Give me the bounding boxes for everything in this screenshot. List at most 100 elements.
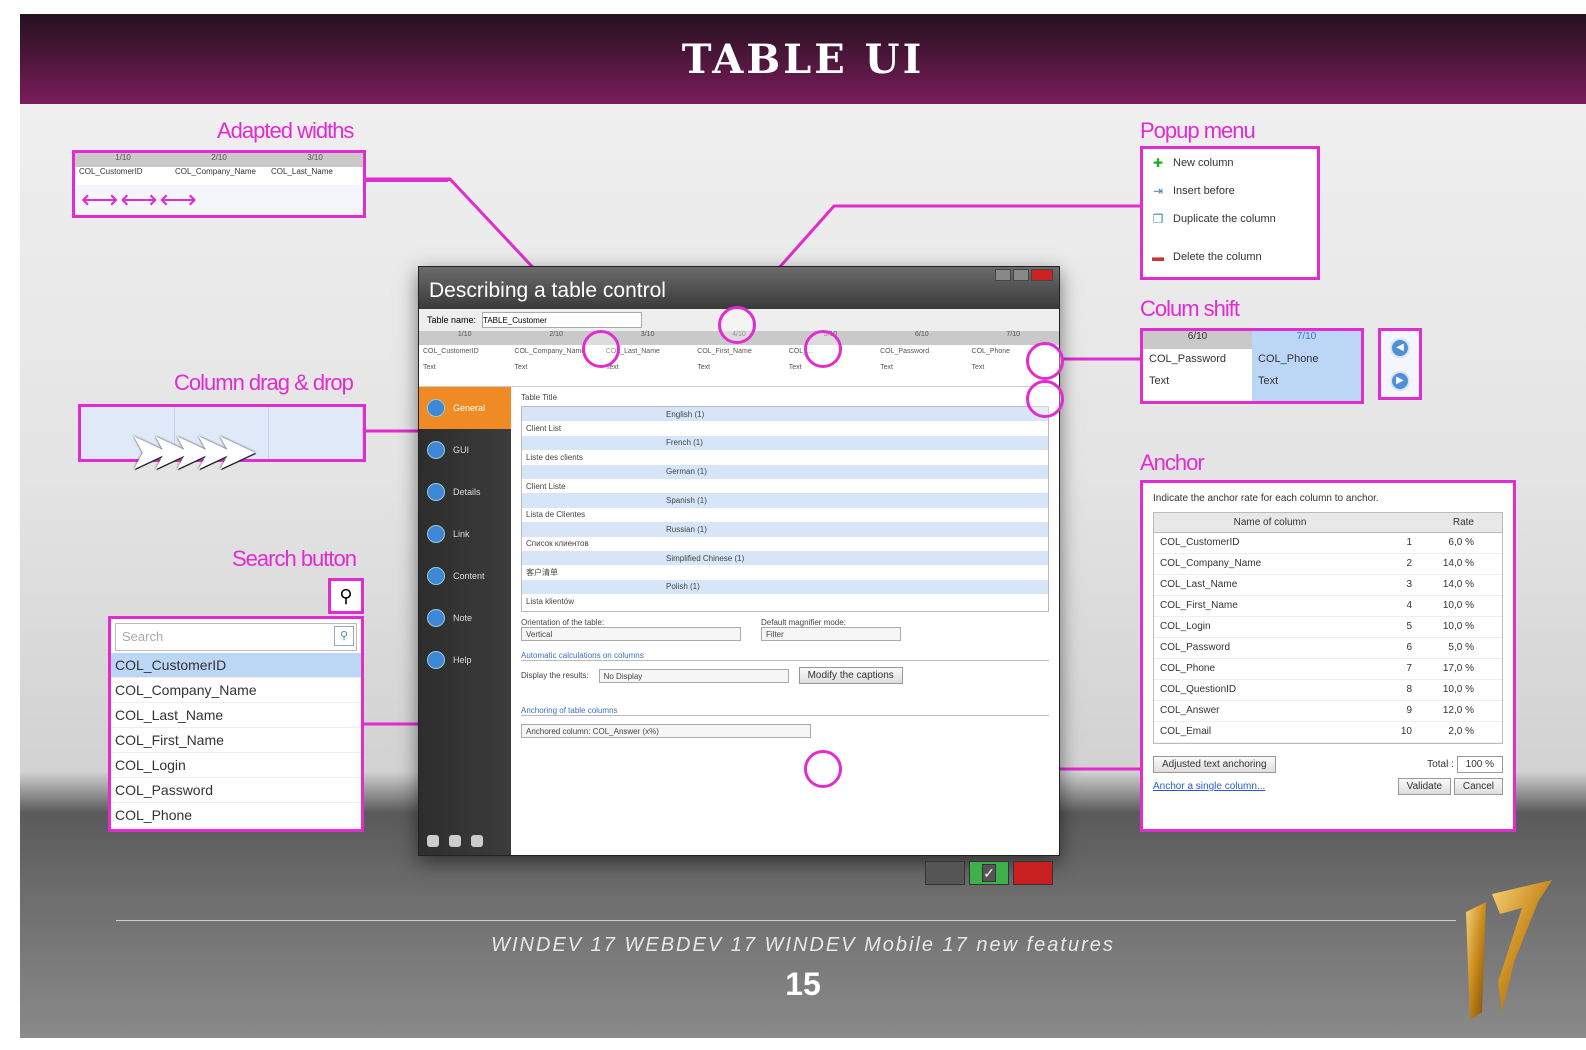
cancel-window-button[interactable] — [1013, 861, 1053, 885]
orientation-dropdown[interactable]: Vertical — [521, 627, 741, 641]
ok-button[interactable]: ✓ — [969, 861, 1009, 885]
sidebar-item[interactable]: General — [419, 387, 511, 429]
table-row[interactable]: Lista de Clientes — [522, 508, 1048, 522]
table-row[interactable]: Client List — [522, 421, 1048, 435]
table-row[interactable]: COL_Last_Name 3 14,0 % — [1154, 575, 1502, 596]
rate-cell[interactable]: 14,0 % — [1416, 554, 1480, 574]
header-rate[interactable]: Rate — [1416, 513, 1480, 532]
table-row[interactable]: COL_Email 10 2,0 % — [1154, 722, 1502, 743]
rate-cell[interactable]: 5,0 % — [1416, 638, 1480, 658]
table-row[interactable]: COL_Password 6 5,0 % — [1154, 638, 1502, 659]
rate-cell[interactable]: 10,0 % — [1416, 680, 1480, 700]
menu-item-insert-before[interactable]: ⇥ Insert before — [1143, 177, 1317, 205]
maximize-button[interactable] — [1013, 269, 1029, 281]
shift-right-button[interactable]: ▶ — [1390, 370, 1410, 391]
column-name[interactable]: COL_Password — [876, 345, 967, 361]
menu-item-duplicate[interactable]: ❐ Duplicate the column — [1143, 205, 1317, 233]
list-item[interactable]: COL_Last_Name — [111, 703, 361, 728]
header-name[interactable]: Name of column — [1154, 513, 1386, 532]
list-item[interactable]: COL_Company_Name — [111, 678, 361, 703]
table-row[interactable]: 客户清单 — [522, 565, 1048, 579]
window-sidebar: General GUI Details Link Content Note Help — [419, 387, 511, 855]
sidebar-item[interactable]: Details — [419, 471, 511, 513]
table-row[interactable]: COL_Company_Name 2 14,0 % — [1154, 554, 1502, 575]
modify-captions-button[interactable]: Modify the captions — [798, 667, 903, 684]
table-row[interactable]: German (1) — [522, 464, 1048, 479]
table-row[interactable]: English (1) — [522, 407, 1048, 422]
sidebar-item[interactable]: Note — [419, 597, 511, 639]
table-row[interactable]: COL_QuestionID 8 10,0 % — [1154, 680, 1502, 701]
adjusted-anchoring-button[interactable]: Adjusted text anchoring — [1153, 756, 1276, 773]
table-row[interactable]: Lista klientów — [522, 594, 1048, 608]
folder-icon[interactable] — [471, 835, 483, 847]
sidebar-item[interactable]: GUI — [419, 429, 511, 471]
help-button[interactable] — [925, 861, 965, 885]
settings-icon[interactable] — [427, 835, 439, 847]
column-type[interactable]: Text — [693, 361, 784, 377]
validate-button[interactable]: Validate — [1397, 778, 1452, 795]
magnifier-dropdown[interactable]: Filter — [761, 627, 901, 641]
window-title: Describing a table control — [429, 279, 666, 302]
rate-cell[interactable]: 17,0 % — [1416, 659, 1480, 679]
sidebar-item-label: Help — [453, 655, 472, 665]
rate-cell[interactable]: 10,0 % — [1416, 596, 1480, 616]
menu-item-delete[interactable]: ▬ Delete the column — [1143, 243, 1317, 271]
anchoring-dropdown[interactable]: Anchored column: COL_Answer (x%) — [521, 724, 811, 738]
table-row[interactable]: Liste des clients — [522, 450, 1048, 464]
rate-cell[interactable]: 14,0 % — [1416, 575, 1480, 595]
rate-cell[interactable]: 12,0 % — [1416, 701, 1480, 721]
sidebar-item[interactable]: Help — [419, 639, 511, 681]
save-icon[interactable] — [449, 835, 461, 847]
rate-cell[interactable]: 6,0 % — [1416, 533, 1480, 553]
close-button[interactable] — [1031, 269, 1053, 281]
column-name[interactable]: COL_First_Name — [693, 345, 784, 361]
table-row[interactable]: Список клиентов — [522, 537, 1048, 551]
column-type[interactable]: Text — [876, 361, 967, 377]
row-language: Polish (1) — [666, 582, 700, 592]
column-type[interactable]: Text — [602, 361, 693, 377]
table-row[interactable]: COL_Phone 7 17,0 % — [1154, 659, 1502, 680]
list-item[interactable]: COL_First_Name — [111, 728, 361, 753]
footer-text: WINDEV 17 WEBDEV 17 WINDEV Mobile 17 new… — [491, 934, 1115, 956]
column-type[interactable]: Text — [419, 361, 510, 377]
list-item[interactable]: COL_CustomerID — [111, 653, 361, 678]
search-icon[interactable]: ⚲ — [334, 626, 354, 646]
table-row[interactable]: COL_Answer 9 12,0 % — [1154, 701, 1502, 722]
search-placeholder: Search — [122, 629, 164, 644]
table-row[interactable]: COL_Login 5 10,0 % — [1154, 617, 1502, 638]
anchor-single-column-link[interactable]: Anchor a single column... — [1153, 781, 1265, 792]
display-results-dropdown[interactable]: No Display — [598, 668, 789, 683]
row-language: Spanish (1) — [666, 496, 707, 506]
table-row[interactable]: French (1) — [522, 435, 1048, 451]
total-label: Total : — [1427, 759, 1454, 770]
rate-cell[interactable]: 10,0 % — [1416, 617, 1480, 637]
list-item[interactable]: COL_Phone — [111, 803, 361, 828]
table-row[interactable]: Client Liste — [522, 479, 1048, 493]
header-order[interactable] — [1386, 513, 1416, 532]
column-header: 6/10 — [915, 331, 929, 338]
shift-left-button[interactable]: ◀ — [1390, 337, 1410, 358]
search-input[interactable]: Search ⚲ — [115, 623, 357, 651]
menu-item-new-column[interactable]: ✚ New column — [1143, 149, 1317, 177]
table-row[interactable]: Russian (1) — [522, 522, 1048, 537]
sidebar-item[interactable]: Content — [419, 555, 511, 597]
cancel-button[interactable]: Cancel — [1453, 778, 1503, 795]
rate-cell[interactable]: 2,0 % — [1416, 722, 1480, 742]
anchor-actions: Anchor a single column... Validate Cance… — [1143, 773, 1513, 800]
table-row[interactable]: COL_CustomerID 1 6,0 % — [1154, 533, 1502, 554]
search-button[interactable]: ⚲ — [328, 578, 364, 614]
table-name-input[interactable] — [482, 312, 643, 328]
table-row[interactable]: COL_First_Name 4 10,0 % — [1154, 596, 1502, 617]
translations-table: English (1) Client List French (1) Liste de… — [521, 406, 1049, 612]
list-item[interactable]: COL_Password — [111, 778, 361, 803]
table-row[interactable]: Simplified Chinese (1) — [522, 550, 1048, 566]
column-name[interactable]: COL_CustomerID — [419, 345, 510, 361]
table-row[interactable]: Polish (1) — [522, 579, 1048, 595]
list-item[interactable]: COL_Login — [111, 753, 361, 778]
minimize-button[interactable] — [995, 269, 1011, 281]
highlight-circle — [804, 330, 842, 368]
table-row[interactable]: Spanish (1) — [522, 493, 1048, 508]
column-type: Text — [1258, 375, 1279, 387]
orientation-label: Orientation of the table: — [521, 618, 605, 627]
sidebar-item[interactable]: Link — [419, 513, 511, 555]
